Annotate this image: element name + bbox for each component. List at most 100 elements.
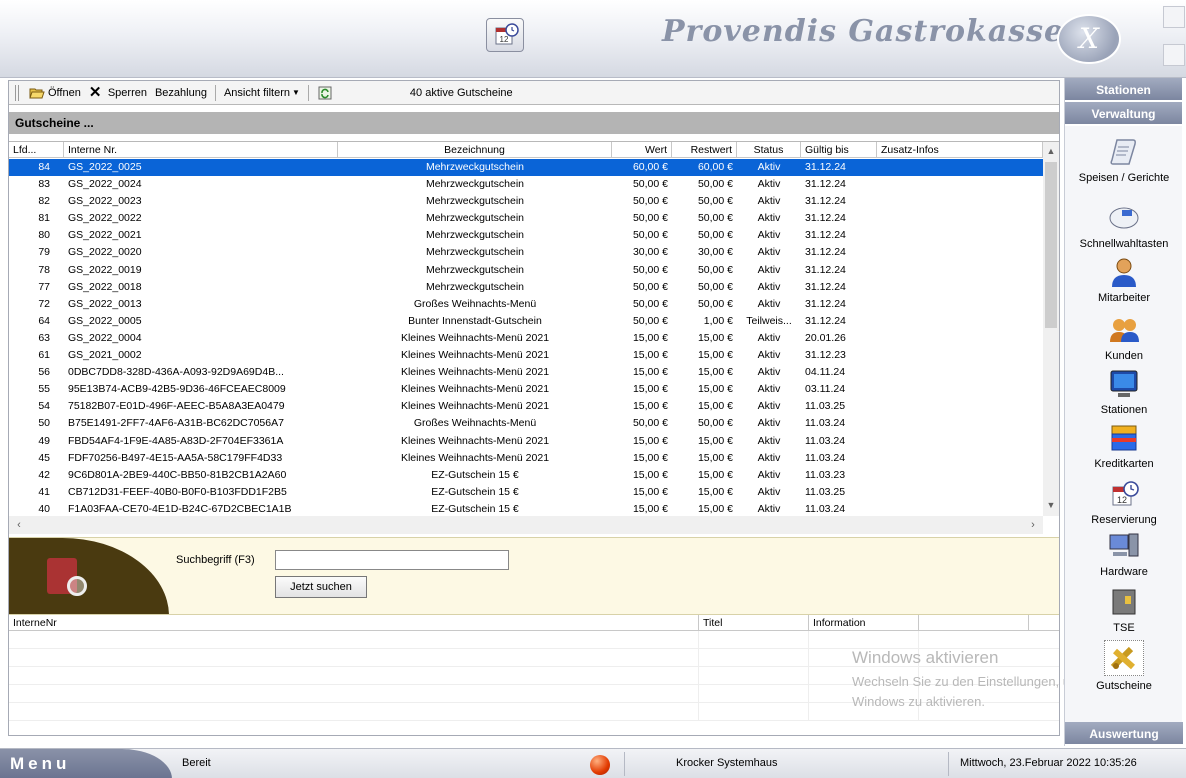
cell-value: 15,00 € xyxy=(632,502,668,515)
results-col-title[interactable]: Titel xyxy=(699,615,809,631)
results-col-information[interactable]: Information xyxy=(809,615,919,631)
sidebar-header-admin[interactable]: Verwaltung xyxy=(1065,102,1182,126)
col-header-remaining[interactable]: Restwert xyxy=(672,142,737,158)
lock-button[interactable]: ✕ Sperren xyxy=(85,83,151,103)
col-header-extra-info[interactable]: Zusatz-Infos xyxy=(877,142,1043,158)
status-divider xyxy=(948,752,949,776)
table-row[interactable]: 63 GS_2022_0004 Kleines Weihnachts-Menü 20… xyxy=(9,330,1043,347)
table-row[interactable]: 45 FDF70256-B497-4E15-AA5A-58C179FF4D33 Kl… xyxy=(9,450,1043,467)
cell-extra-info xyxy=(877,398,1043,415)
table-row[interactable]: 82 GS_2022_0023 Mehrzweckgutschein 50,00 € 5… xyxy=(9,193,1043,210)
app-window: 12 Provendis Gastrokasse X Öffnen ✕ Sper… xyxy=(0,0,1186,778)
table-row[interactable]: 77 GS_2022_0018 Mehrzweckgutschein 50,00 € 5… xyxy=(9,279,1043,296)
window-button-top[interactable] xyxy=(1163,6,1185,28)
vertical-scrollbar[interactable]: ▲ ▼ xyxy=(1043,142,1059,516)
cell-remaining: 50,00 € xyxy=(697,280,733,293)
cell-extra-info xyxy=(877,313,1043,330)
horizontal-scrollbar[interactable]: ‹ › xyxy=(9,516,1043,534)
cell-lfd: 50 xyxy=(38,417,50,430)
sidebar-item-quick-keys[interactable]: Schnellwahltasten xyxy=(1065,202,1183,250)
search-input[interactable] xyxy=(275,550,509,570)
table-row[interactable]: 49 FBD54AF4-1F9E-4A85-A83D-2F704EF3361A Kl… xyxy=(9,433,1043,450)
payment-label: Bezahlung xyxy=(154,86,207,99)
table-row[interactable]: 81 GS_2022_0022 Mehrzweckgutschein 50,00 € 5… xyxy=(9,210,1043,227)
scroll-up-icon[interactable]: ▲ xyxy=(1043,144,1059,158)
cell-lfd: 83 xyxy=(38,178,50,191)
sidebar-item-customers[interactable]: Kunden xyxy=(1065,314,1183,362)
cell-remaining: 50,00 € xyxy=(697,297,733,310)
calendar-clock-icon[interactable]: 12 xyxy=(486,18,524,52)
table-row[interactable]: 83 GS_2022_0024 Mehrzweckgutschein 50,00 € 5… xyxy=(9,176,1043,193)
cell-extra-info xyxy=(877,330,1043,347)
dropdown-arrow-icon: ▼ xyxy=(292,88,300,97)
open-button[interactable]: Öffnen xyxy=(25,83,85,103)
table-row[interactable]: 50 B75E1491-2FF7-4AF6-A31B-BC62DC7056A7 Gr… xyxy=(9,415,1043,432)
status-divider xyxy=(624,752,625,776)
table-row[interactable]: 61 GS_2021_0002 Kleines Weihnachts-Menü 20… xyxy=(9,347,1043,364)
table-row[interactable]: 41 CB712D31-FEEF-40B0-B0F0-B103FDD1F2B5 EZ… xyxy=(9,484,1043,501)
results-col-internal-no[interactable]: InterneNr xyxy=(9,615,699,631)
sidebar-item-reservations[interactable]: 12 Reservierung xyxy=(1065,478,1183,526)
sidebar-item-dishes[interactable]: Speisen / Gerichte xyxy=(1065,136,1183,184)
table-row[interactable]: 64 GS_2022_0005 Bunter Innenstadt-Gutschei… xyxy=(9,313,1043,330)
col-header-internal-no[interactable]: Interne Nr. xyxy=(64,142,338,158)
table-row[interactable]: 84 GS_2022_0025 Mehrzweckgutschein 60,00 €6… xyxy=(9,159,1043,177)
sidebar-header-evaluation[interactable]: Auswertung xyxy=(1065,722,1183,746)
search-label: Suchbegriff (F3) xyxy=(176,554,255,566)
col-header-lfd[interactable]: Lfd... xyxy=(9,142,64,158)
window-button-bottom[interactable] xyxy=(1163,44,1185,66)
col-header-value[interactable]: Wert xyxy=(612,142,672,158)
app-brand-title: Provendis Gastrokasse xyxy=(662,14,1065,49)
cell-value: 15,00 € xyxy=(632,383,668,396)
grid-header: Lfd... Interne Nr. Bezeichnung Wert Rest… xyxy=(9,142,1043,158)
cell-extra-info xyxy=(877,467,1043,484)
table-row[interactable]: 42 9C6D801A-2BE9-440C-BB50-81B2CB1A2A60 EZ… xyxy=(9,467,1043,484)
sidebar-item-employees[interactable]: Mitarbeiter xyxy=(1065,256,1183,304)
scroll-left-icon[interactable]: ‹ xyxy=(11,516,27,534)
table-row[interactable]: 40 F1A03FAA-CE70-4E1D-B24C-67D2CBEC1A1B EZ… xyxy=(9,501,1043,516)
filter-view-dropdown[interactable]: Ansicht filtern ▼ xyxy=(220,83,304,103)
datetime: Mittwoch, 23.Februar 2022 10:35:26 xyxy=(960,757,1137,769)
col-header-valid-until[interactable]: Gültig bis xyxy=(801,142,877,158)
results-col-empty[interactable] xyxy=(919,615,1029,631)
cell-value: 50,00 € xyxy=(632,314,668,327)
sidebar-item-vouchers[interactable]: Gutscheine xyxy=(1065,640,1183,692)
refresh-button[interactable] xyxy=(313,83,340,103)
cell-status: Aktiv xyxy=(757,468,781,481)
cell-valid-until: 31.12.23 xyxy=(805,349,846,362)
sidebar-item-stations[interactable]: Stationen xyxy=(1065,368,1183,416)
sidebar-item-hardware[interactable]: Hardware xyxy=(1065,530,1183,578)
menu-button[interactable]: Menu xyxy=(0,749,172,778)
sidebar-item-label: Schnellwahltasten xyxy=(1079,238,1169,250)
sidebar-item-tse[interactable]: TSE xyxy=(1065,586,1183,634)
cell-extra-info xyxy=(877,210,1043,227)
table-row[interactable]: 55 95E13B74-ACB9-42B5-9D36-46FCEAEC8009 Kl… xyxy=(9,381,1043,398)
table-row[interactable]: 54 75182B07-E01D-496F-AEEC-B5A8A3EA0479 Kl… xyxy=(9,398,1043,415)
payment-button[interactable]: Bezahlung xyxy=(151,83,211,103)
scroll-thumb[interactable] xyxy=(1045,162,1057,328)
table-row[interactable]: 72 GS_2022_0013 Großes Weihnachts-Menü 50,0… xyxy=(9,296,1043,313)
table-row[interactable]: 56 0DBC7DD8-328D-436A-A093-92D9A69D4B... K… xyxy=(9,364,1043,381)
cell-remaining: 15,00 € xyxy=(697,383,733,396)
table-row[interactable]: 79 GS_2022_0020 Mehrzweckgutschein 30,00 € 3… xyxy=(9,244,1043,261)
search-button[interactable]: Jetzt suchen xyxy=(275,576,367,598)
cell-value: 50,00 € xyxy=(632,212,668,225)
scroll-down-icon[interactable]: ▼ xyxy=(1043,498,1059,512)
cell-valid-until: 31.12.24 xyxy=(805,195,846,208)
toolbar-grip[interactable] xyxy=(15,84,19,101)
scroll-right-icon[interactable]: › xyxy=(1025,516,1041,534)
cell-description: EZ-Gutschein 15 € xyxy=(431,485,519,498)
sidebar-header-stations[interactable]: Stationen xyxy=(1065,78,1182,102)
col-header-description[interactable]: Bezeichnung xyxy=(338,142,612,158)
cell-remaining: 15,00 € xyxy=(697,400,733,413)
cell-extra-info xyxy=(877,193,1043,210)
cell-lfd: 41 xyxy=(38,485,50,498)
table-row[interactable]: 78 GS_2022_0019 Mehrzweckgutschein 50,00 € 5… xyxy=(9,262,1043,279)
table-row[interactable]: 80 GS_2022_0021 Mehrzweckgutschein 50,00 € 5… xyxy=(9,227,1043,244)
cell-lfd: 49 xyxy=(38,434,50,447)
col-header-status[interactable]: Status xyxy=(737,142,801,158)
sidebar-item-credit-cards[interactable]: Kreditkarten xyxy=(1065,422,1183,470)
refresh-icon xyxy=(317,86,333,100)
cell-extra-info xyxy=(877,176,1043,193)
cell-description: EZ-Gutschein 15 € xyxy=(431,502,519,515)
